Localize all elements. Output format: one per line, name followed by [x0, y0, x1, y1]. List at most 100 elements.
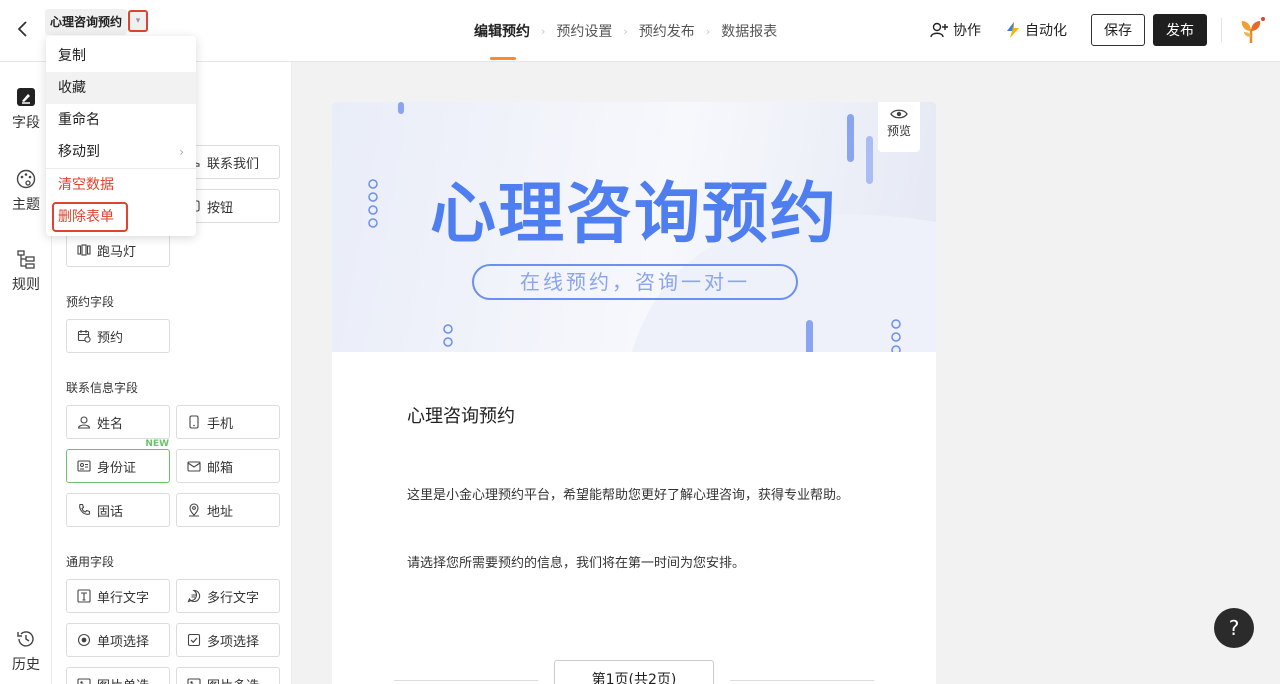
- step-report[interactable]: 数据报表: [721, 21, 777, 41]
- menu-item-move-to[interactable]: 移动到 ›: [46, 136, 196, 168]
- rail-item-history[interactable]: 历史: [0, 628, 52, 674]
- field-name[interactable]: 姓名: [66, 405, 170, 439]
- menu-item-label: 清空数据: [58, 177, 114, 193]
- menu-item-copy[interactable]: 复制: [46, 40, 196, 72]
- history-icon: [17, 631, 34, 647]
- automation-label: 自动化: [1025, 23, 1067, 39]
- publish-button[interactable]: 发布: [1153, 14, 1207, 46]
- menu-item-delete-form[interactable]: 删除表单: [46, 201, 196, 233]
- highlight-box: [52, 202, 128, 232]
- field-label: 地址: [207, 504, 234, 520]
- collaborate-button[interactable]: 协作: [929, 20, 981, 40]
- field-single-line[interactable]: 单行文字: [66, 579, 170, 613]
- field-landline[interactable]: 固话: [66, 493, 170, 527]
- preview-label: 预览: [886, 124, 911, 138]
- field-email[interactable]: 邮箱: [176, 449, 280, 483]
- form-banner[interactable]: 心理咨询预约 在线预约，咨询一对一 预览: [332, 102, 936, 352]
- field-single-choice[interactable]: 单项选择: [66, 623, 170, 657]
- collaborate-label: 协作: [953, 23, 981, 39]
- person-icon: [77, 416, 91, 429]
- title-dropdown-menu: 复制 收藏 重命名 移动到 › 清空数据 删除表单: [46, 36, 196, 236]
- page-indicator[interactable]: 第1页(共2页): [554, 660, 714, 684]
- save-button[interactable]: 保存: [1091, 14, 1145, 46]
- toolbar-divider: [1221, 18, 1222, 42]
- step-separator-icon: ›: [623, 24, 628, 38]
- automation-button[interactable]: 自动化: [1005, 20, 1067, 40]
- telephone-icon: [79, 503, 91, 515]
- mail-icon: [187, 461, 201, 472]
- menu-item-favorite[interactable]: 收藏: [46, 72, 196, 104]
- form-description[interactable]: 这里是小金心理预约平台，希望能帮助您更好了解心理咨询，获得专业帮助。: [407, 485, 867, 507]
- field-label: 姓名: [97, 416, 124, 432]
- active-step-indicator: [490, 57, 516, 60]
- form-canvas: 心理咨询预约 在线预约，咨询一对一 预览 心理咨询预约 这里是小金心理预约平台，…: [292, 62, 1280, 684]
- marquee-icon: [77, 244, 91, 256]
- rail-item-label: 主题: [12, 197, 40, 213]
- field-label: 身份证: [97, 460, 137, 476]
- menu-item-clear-data[interactable]: 清空数据: [46, 169, 196, 201]
- rail-item-label: 字段: [12, 115, 40, 131]
- checkbox-icon: [187, 633, 201, 647]
- step-separator-icon: ›: [541, 24, 546, 38]
- menu-item-label: 复制: [58, 48, 86, 64]
- field-multi-choice[interactable]: 多项选择: [176, 623, 280, 657]
- field-multi-line[interactable]: 多行文字: [176, 579, 280, 613]
- step-settings[interactable]: 预约设置: [556, 21, 612, 41]
- radio-icon: [77, 633, 91, 647]
- banner-title: 心理咨询预约: [430, 175, 838, 252]
- question-icon: ?: [1228, 616, 1240, 640]
- lightning-icon: [1007, 22, 1019, 38]
- id-card-icon: [77, 460, 91, 472]
- image-checkbox-icon: [187, 678, 201, 684]
- help-button[interactable]: ?: [1214, 608, 1254, 648]
- rail-item-label: 历史: [12, 657, 40, 673]
- section-title-general: 通用字段: [66, 555, 115, 569]
- brand-logo-icon[interactable]: [1236, 15, 1266, 45]
- field-label: 单行文字: [97, 590, 150, 606]
- single-line-icon: [77, 589, 91, 603]
- section-title-booking: 预约字段: [66, 295, 115, 309]
- field-label: 邮箱: [207, 460, 234, 476]
- caret-down-icon: ▾: [135, 16, 141, 26]
- rail-item-fields[interactable]: 字段: [0, 86, 52, 132]
- field-label: 预约: [97, 330, 124, 346]
- step-edit[interactable]: 编辑预约: [474, 21, 530, 41]
- field-booking[interactable]: 预约: [66, 319, 170, 353]
- field-mobile[interactable]: 手机: [176, 405, 280, 439]
- preview-button[interactable]: 预览: [878, 102, 920, 152]
- title-dropdown-button[interactable]: ▾: [128, 10, 148, 32]
- field-id-card[interactable]: NEW 身份证: [66, 439, 170, 483]
- back-button[interactable]: [16, 20, 34, 42]
- field-label: 按钮: [207, 200, 234, 216]
- page-divider-left: [394, 680, 538, 681]
- field-label: 图片单选: [97, 675, 149, 684]
- form-title[interactable]: 心理咨询预约: [45, 9, 128, 35]
- form-card: 心理咨询预约 在线预约，咨询一对一 预览 心理咨询预约 这里是小金心理预约平台，…: [332, 102, 936, 684]
- field-label: 多行文字: [207, 590, 260, 606]
- form-heading[interactable]: 心理咨询预约: [407, 402, 515, 428]
- field-label: 多项选择: [207, 634, 260, 650]
- field-address[interactable]: 地址: [176, 493, 280, 527]
- field-marquee[interactable]: 跑马灯: [66, 233, 170, 267]
- menu-item-label: 重命名: [58, 112, 100, 128]
- form-description-2[interactable]: 请选择您所需要预约的信息，我们将在第一时间为您安排。: [407, 553, 867, 575]
- chevron-left-icon: [17, 21, 27, 37]
- step-publish[interactable]: 预约发布: [639, 21, 695, 41]
- menu-item-rename[interactable]: 重命名: [46, 104, 196, 136]
- rail-item-rules[interactable]: 规则: [0, 248, 52, 294]
- left-rail: 字段 主题 规则 历史: [0, 62, 52, 684]
- phone-icon: [189, 415, 199, 429]
- section-title-contact: 联系信息字段: [66, 381, 139, 395]
- field-label: 固话: [97, 504, 124, 520]
- rail-item-theme[interactable]: 主题: [0, 168, 52, 214]
- eye-icon: [890, 109, 908, 119]
- menu-item-label: 收藏: [58, 80, 86, 96]
- field-image-single[interactable]: 图片单选: [66, 667, 170, 684]
- field-label: 单项选择: [97, 634, 150, 650]
- toolbar-right: 协作 自动化 保存 发布: [929, 14, 1266, 46]
- field-label: 联系我们: [207, 156, 260, 172]
- chevron-right-icon: ›: [179, 145, 184, 159]
- field-label: 图片多选: [207, 675, 259, 684]
- step-separator-icon: ›: [705, 24, 711, 38]
- field-image-multi[interactable]: 图片多选: [176, 667, 280, 684]
